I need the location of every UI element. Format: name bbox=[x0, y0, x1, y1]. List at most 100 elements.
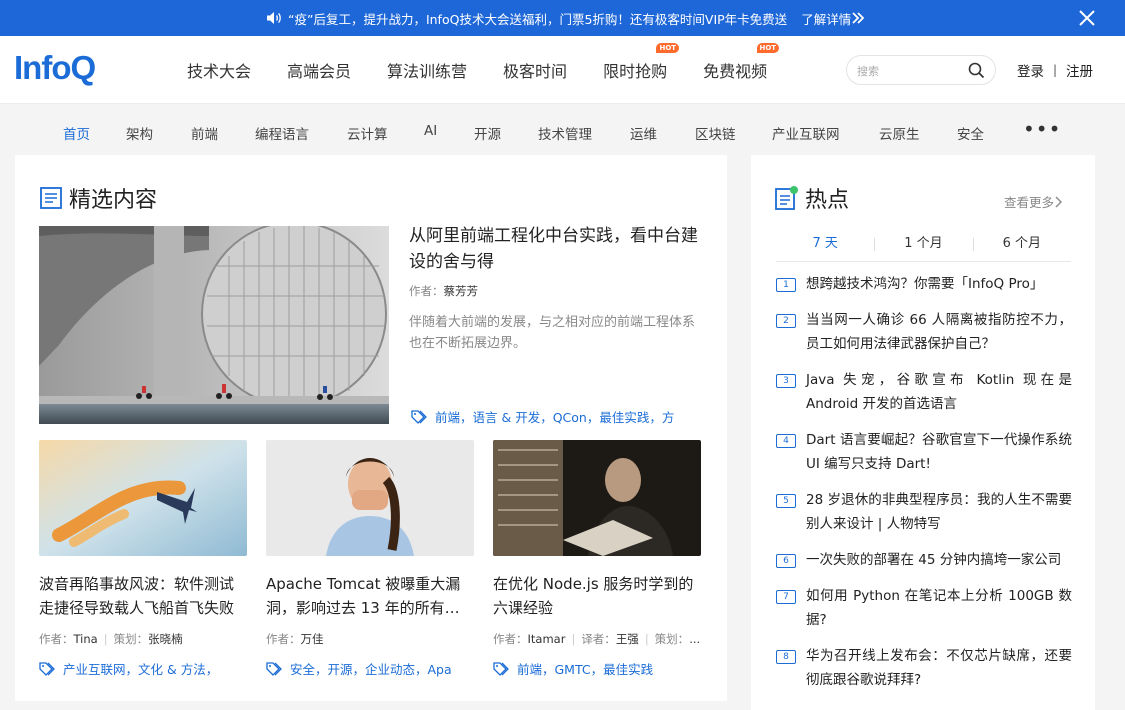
document-list-icon bbox=[40, 187, 62, 209]
more-dots-icon[interactable]: ••• bbox=[1023, 117, 1061, 141]
search-icon[interactable] bbox=[968, 62, 985, 79]
article-title[interactable]: 波音再陷事故风波：软件测试走捷径导致载人飞船首飞失败 bbox=[39, 572, 247, 620]
category-item[interactable]: 编程语言 bbox=[255, 123, 309, 143]
login-link[interactable]: 登录 bbox=[1017, 60, 1044, 80]
hot-item[interactable]: 2 当当网一人确诊 66 人隔离被指防控不力，员工如何用法律武器保护自己？ bbox=[776, 308, 1072, 356]
nav-item[interactable]: 极客时间 bbox=[503, 58, 567, 82]
hot-item-title[interactable]: 华为召开线上发布会：不仅芯片缺席，还要彻底跟谷歌说拜拜? bbox=[806, 644, 1072, 692]
hot-item[interactable]: 4 Dart 语言要崛起？谷歌官宣下一代操作系统 UI 编写只支持 Dart! bbox=[776, 428, 1072, 476]
speaker-icon bbox=[266, 11, 282, 25]
nav-item[interactable]: 算法训练营 bbox=[387, 58, 467, 82]
featured-main-tags[interactable]: 前端，语言 & 开发，QCon，最佳实践，方 bbox=[411, 407, 711, 426]
hot-item-title[interactable]: 如何用 Python 在笔记本上分析 100GB 数据? bbox=[806, 584, 1072, 632]
meta-divider: | bbox=[644, 632, 649, 646]
article-thumbnail[interactable] bbox=[39, 440, 247, 556]
nav-label: 技术大会 bbox=[187, 62, 252, 81]
see-more-link[interactable]: 查看更多 bbox=[1004, 192, 1063, 211]
hot-item[interactable]: 1 想跨越技术鸿沟？你需要「InfoQ Pro」 bbox=[776, 272, 1072, 296]
meta-divider: | bbox=[571, 632, 576, 646]
meta-value[interactable]: Tina bbox=[74, 632, 98, 646]
hot-item-title[interactable]: 当当网一人确诊 66 人隔离被指防控不力，员工如何用法律武器保护自己？ bbox=[806, 308, 1072, 356]
hot-heading: 热点 bbox=[774, 182, 849, 214]
promo-banner[interactable]: “疫”后复工，提升战力，InfoQ技术大会送福利，门票5折购！还有极客时间VIP… bbox=[0, 0, 1125, 36]
register-link[interactable]: 注册 bbox=[1066, 60, 1093, 80]
search-box[interactable] bbox=[846, 55, 996, 85]
nav-item[interactable]: 免费视频 HOT bbox=[703, 43, 780, 82]
featured-main-image[interactable] bbox=[39, 226, 389, 424]
hot-tab[interactable]: 6 个月 bbox=[972, 232, 1071, 261]
hot-title: 热点 bbox=[805, 188, 850, 213]
article-card[interactable]: Apache Tomcat 被曝重大漏洞，影响过去 13 年的所有… 作者：万佳安… bbox=[266, 440, 474, 678]
chevron-right-icon bbox=[1055, 196, 1063, 207]
article-card[interactable]: 在优化 Node.js 服务时学到的六课经验 作者：Itamar | 译者：王强 | 策划… bbox=[493, 440, 701, 678]
featured-heading: 精选内容 bbox=[39, 182, 157, 214]
category-item[interactable]: 开源 bbox=[474, 123, 501, 143]
article-tags[interactable]: 产业互联网，文化 & 方法， bbox=[39, 659, 247, 678]
hot-item-title[interactable]: Dart 语言要崛起？谷歌官宣下一代操作系统 UI 编写只支持 Dart! bbox=[806, 428, 1072, 476]
meta-divider: | bbox=[103, 632, 108, 646]
article-card[interactable]: 波音再陷事故风波：软件测试走捷径导致载人飞船首飞失败 作者：Tina | 策划：张晓楠… bbox=[39, 440, 247, 678]
hot-tab[interactable]: 7 天 bbox=[776, 232, 874, 261]
hot-list-icon bbox=[775, 186, 798, 210]
hot-item[interactable]: 3 Java 失宠，谷歌宣布 Kotlin 现在是 Android 开发的首选语言 bbox=[776, 368, 1072, 416]
promo-link[interactable]: 了解详情 bbox=[801, 9, 865, 28]
meta-value[interactable]: ... bbox=[689, 632, 700, 646]
article-tags[interactable]: 前端，GMTC，最佳实践 bbox=[493, 659, 701, 678]
search-input[interactable] bbox=[857, 62, 967, 80]
hot-item-title[interactable]: 想跨越技术鸿沟？你需要「InfoQ Pro」 bbox=[806, 272, 1072, 296]
hot-rank-badge: 1 bbox=[776, 278, 796, 292]
article-meta: 作者：Itamar | 译者：王强 | 策划：... bbox=[493, 631, 701, 647]
meta-label: 策划： bbox=[654, 632, 690, 646]
article-title[interactable]: 在优化 Node.js 服务时学到的六课经验 bbox=[493, 572, 701, 620]
category-item[interactable]: 技术管理 bbox=[538, 123, 592, 143]
hot-item[interactable]: 8 华为召开线上发布会：不仅芯片缺席，还要彻底跟谷歌说拜拜? bbox=[776, 644, 1072, 692]
tag-icon bbox=[411, 409, 427, 424]
category-item[interactable]: 安全 bbox=[957, 123, 984, 143]
hot-item-title[interactable]: 一次失败的部署在 45 分钟内搞垮一家公司 bbox=[806, 548, 1072, 572]
meta-label: 作者： bbox=[493, 632, 528, 646]
nav-label: 免费视频 bbox=[703, 62, 768, 81]
hot-rank-badge: 6 bbox=[776, 554, 796, 568]
article-thumbnail[interactable] bbox=[266, 440, 474, 556]
see-more-label: 查看更多 bbox=[1004, 195, 1055, 210]
featured-main-title[interactable]: 从阿里前端工程化中台实践，看中台建设的舍与得 bbox=[409, 223, 709, 275]
category-nav: ••• 首页 架构 前端 编程语言 云计算 AI 开源 技术管理 运维 区块链 产业互联网 云原生 安全 bbox=[0, 104, 1125, 158]
category-item[interactable]: 架构 bbox=[126, 123, 153, 143]
featured-main-author: 作者：蔡芳芳 bbox=[409, 283, 478, 299]
category-item[interactable]: 区块链 bbox=[695, 123, 736, 143]
hot-item-title[interactable]: Java 失宠，谷歌宣布 Kotlin 现在是 Android 开发的首选语言 bbox=[806, 368, 1072, 416]
meta-value[interactable]: 张晓楠 bbox=[148, 632, 183, 646]
author-name[interactable]: 蔡芳芳 bbox=[444, 284, 479, 298]
category-item[interactable]: 产业互联网 bbox=[772, 123, 840, 143]
meta-value[interactable]: 王强 bbox=[616, 632, 639, 646]
article-thumbnail[interactable] bbox=[493, 440, 701, 556]
promo-text: “疫”后复工，提升战力，InfoQ技术大会送福利，门票5折购！还有极客时间VIP… bbox=[288, 11, 788, 27]
nav-label: 高端会员 bbox=[287, 62, 352, 81]
nav-item[interactable]: 限时抢购 HOT bbox=[603, 43, 680, 82]
author-label: 作者： bbox=[409, 284, 444, 298]
hot-item[interactable]: 7 如何用 Python 在笔记本上分析 100GB 数据? bbox=[776, 584, 1072, 632]
infoq-logo[interactable]: Info Q bbox=[14, 49, 96, 89]
meta-label: 作者： bbox=[266, 632, 301, 646]
article-tags[interactable]: 安全，开源，企业动态，Apa bbox=[266, 659, 474, 678]
meta-value[interactable]: Itamar bbox=[528, 632, 566, 646]
hot-item-title[interactable]: 28 岁退休的非典型程序员：我的人生不需要别人来设计 | 人物特写 bbox=[806, 488, 1072, 536]
promo-content[interactable]: “疫”后复工，提升战力，InfoQ技术大会送福利，门票5折购！还有极客时间VIP… bbox=[266, 0, 865, 36]
category-item[interactable]: 运维 bbox=[630, 123, 657, 143]
category-item[interactable]: 前端 bbox=[191, 123, 218, 143]
category-item[interactable]: 云计算 bbox=[347, 123, 388, 143]
category-item[interactable]: AI bbox=[424, 123, 437, 139]
close-icon[interactable] bbox=[1077, 8, 1097, 28]
hot-tab[interactable]: 1 个月 bbox=[874, 232, 972, 261]
article-title[interactable]: Apache Tomcat 被曝重大漏洞，影响过去 13 年的所有… bbox=[266, 572, 474, 620]
hot-item[interactable]: 5 28 岁退休的非典型程序员：我的人生不需要别人来设计 | 人物特写 bbox=[776, 488, 1072, 536]
auth-divider: | bbox=[1053, 63, 1058, 77]
hot-item[interactable]: 6 一次失败的部署在 45 分钟内搞垮一家公司 bbox=[776, 548, 1072, 572]
tags-text: 前端，GMTC，最佳实践 bbox=[517, 662, 654, 677]
category-item[interactable]: 首页 bbox=[63, 123, 90, 143]
category-item[interactable]: 云原生 bbox=[879, 123, 920, 143]
nav-item[interactable]: 高端会员 bbox=[287, 58, 351, 82]
nav-item[interactable]: 技术大会 bbox=[187, 58, 251, 82]
meta-value[interactable]: 万佳 bbox=[301, 632, 324, 646]
tags-text: 前端，语言 & 开发，QCon，最佳实践，方 bbox=[435, 410, 675, 425]
